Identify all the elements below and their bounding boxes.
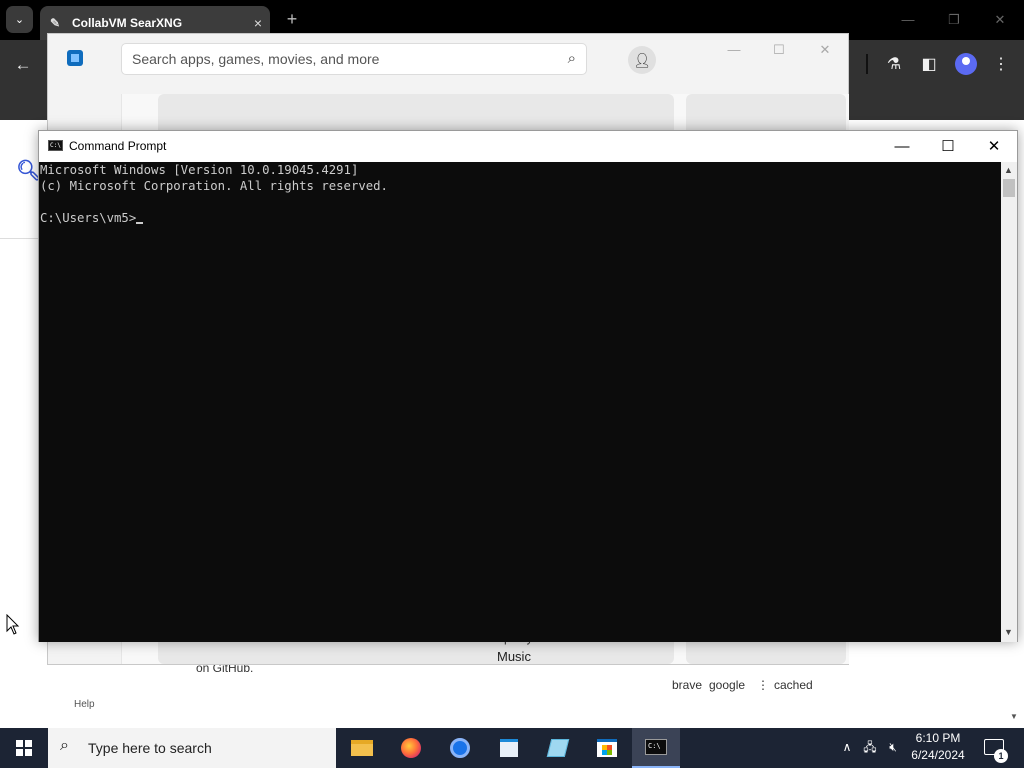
taskbar-file-explorer[interactable]: [338, 728, 386, 768]
search-icon[interactable]: ⌕: [568, 50, 576, 67]
store-search-box[interactable]: ⌕: [121, 43, 587, 75]
store-help-label[interactable]: Help: [74, 699, 95, 710]
browser-close-button[interactable]: ✕: [988, 10, 1012, 30]
store-close-button[interactable]: ✕: [810, 40, 840, 60]
store-logo-icon: [67, 50, 83, 66]
text-cursor: [136, 222, 144, 224]
windows-taskbar: ⌕ Type here to search C:\ ∧ 🖧︎ 🔇︎ 6:10 P…: [0, 728, 1024, 768]
taskbar-firefox[interactable]: [387, 728, 435, 768]
taskbar-clock[interactable]: 6:10 PM 6/24/2024: [900, 730, 976, 766]
scroll-down-arrow-icon[interactable]: ▼: [1004, 627, 1013, 637]
cmd-scrollbar[interactable]: ▲ ▼: [1001, 162, 1017, 642]
console-prompt-line[interactable]: C:\Users\vm5>: [40, 210, 1001, 226]
network-icon[interactable]: 🖧︎: [862, 739, 878, 755]
tray-overflow-chevron-icon[interactable]: ∧: [839, 739, 855, 755]
clock-time: 6:10 PM: [915, 731, 961, 745]
page-scroll-down-icon[interactable]: ▼: [1010, 712, 1018, 721]
taskbar-notepad[interactable]: [485, 728, 533, 768]
taskbar-command-prompt[interactable]: C:\: [632, 728, 680, 768]
notepad-icon: [500, 739, 518, 757]
taskbar-chrome[interactable]: [436, 728, 484, 768]
engine-link-google[interactable]: google: [709, 678, 745, 692]
volume-muted-icon[interactable]: 🔇︎: [885, 739, 901, 755]
cmd-minimize-button[interactable]: —: [879, 131, 925, 162]
tab-search-dropdown-button[interactable]: ⌄: [6, 6, 33, 33]
cmd-close-button[interactable]: ✕: [971, 131, 1017, 162]
console-prompt: C:\Users\vm5>: [40, 211, 137, 225]
side-panel-icon[interactable]: ◧: [916, 52, 942, 78]
browser-menu-icon[interactable]: ⋮: [988, 52, 1014, 78]
cmd-maximize-button[interactable]: ☐: [925, 131, 971, 162]
windows-ink-icon: [546, 739, 570, 757]
taskbar-search-placeholder: Type here to search: [88, 740, 212, 756]
store-music-fragment: Music: [497, 649, 531, 664]
new-tab-button[interactable]: +: [282, 9, 302, 29]
chrome-icon: [450, 738, 470, 758]
search-icon: ⌕: [60, 737, 69, 754]
cmd-console[interactable]: Microsoft Windows [Version 10.0.19045.42…: [39, 162, 1001, 642]
firefox-icon: [401, 738, 421, 758]
scrollbar-thumb[interactable]: [1003, 179, 1015, 197]
start-button[interactable]: [0, 728, 48, 768]
clock-date: 6/24/2024: [911, 748, 965, 762]
engine-link-brave[interactable]: brave: [672, 678, 702, 692]
mouse-pointer-icon: [6, 614, 20, 635]
cmd-titlebar[interactable]: C:\ Command Prompt — ☐ ✕: [39, 131, 1017, 162]
file-explorer-icon: [351, 740, 373, 756]
taskbar-search-box[interactable]: ⌕ Type here to search: [48, 728, 336, 768]
scroll-up-arrow-icon[interactable]: ▲: [1004, 165, 1013, 175]
back-arrow-icon[interactable]: ←: [10, 52, 36, 78]
browser-restore-button[interactable]: ❐: [942, 10, 966, 30]
tab-close-icon[interactable]: ×: [246, 15, 270, 31]
taskbar-microsoft-store[interactable]: [583, 728, 631, 768]
browser-profile-avatar[interactable]: [955, 53, 977, 75]
cmd-window-title: Command Prompt: [69, 139, 167, 153]
command-prompt-window: C:\ Command Prompt — ☐ ✕ Microsoft Windo…: [38, 130, 1018, 642]
console-line: (c) Microsoft Corporation. All rights re…: [40, 179, 388, 193]
searxng-favicon-icon: ✎: [50, 16, 61, 30]
footer-separator: ⋮: [757, 678, 769, 692]
console-line: Microsoft Windows [Version 10.0.19045.42…: [40, 163, 359, 177]
labs-flask-icon[interactable]: ⚗: [881, 52, 907, 78]
store-minimize-button[interactable]: —: [719, 40, 749, 60]
page-divider: [0, 238, 40, 239]
store-search-input[interactable]: [132, 44, 552, 74]
windows-logo-icon: [16, 740, 32, 756]
taskbar-windows-ink[interactable]: [534, 728, 582, 768]
cmd-window-icon: C:\: [48, 140, 63, 151]
command-prompt-icon: C:\: [645, 739, 667, 755]
browser-tab-title: CollabVM SearXNG: [72, 16, 183, 30]
browser-minimize-button[interactable]: —: [896, 10, 920, 30]
store-maximize-button[interactable]: ☐: [764, 40, 794, 60]
toolbar-separator: [866, 54, 868, 74]
cached-link[interactable]: cached: [774, 678, 813, 692]
notification-count-badge: 1: [994, 749, 1008, 763]
microsoft-store-icon: [597, 739, 617, 757]
store-account-avatar[interactable]: 👤︎: [628, 46, 656, 74]
